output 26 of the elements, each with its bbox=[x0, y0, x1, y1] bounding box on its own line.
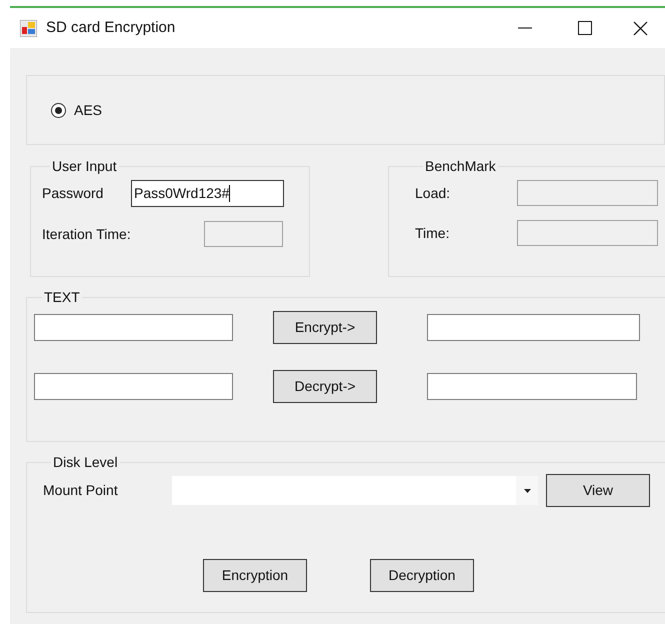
app-icon bbox=[20, 20, 37, 36]
field-label: Mount Point bbox=[43, 481, 119, 500]
input-field[interactable] bbox=[34, 373, 233, 400]
field-label: Load: bbox=[415, 184, 452, 202]
close-icon bbox=[632, 20, 648, 36]
button[interactable]: Decryption bbox=[370, 559, 474, 592]
group-title: User Input bbox=[52, 158, 117, 174]
field-label: Password bbox=[42, 184, 104, 203]
maximize-icon bbox=[578, 21, 592, 35]
radio-option[interactable]: AES bbox=[51, 100, 102, 120]
button[interactable]: View bbox=[546, 474, 650, 507]
group-title: TEXT bbox=[44, 289, 80, 305]
field-label: Iteration Time: bbox=[42, 224, 132, 244]
input-field[interactable] bbox=[427, 373, 637, 400]
minimize-icon bbox=[518, 27, 532, 29]
button[interactable]: Encrypt-> bbox=[273, 311, 377, 344]
button[interactable]: Encryption bbox=[203, 559, 307, 592]
input-field[interactable] bbox=[427, 314, 640, 341]
button[interactable]: Decrypt-> bbox=[273, 370, 377, 403]
password-field[interactable]: Pass0Wrd123# bbox=[131, 180, 284, 207]
group-title: Disk Level bbox=[53, 454, 118, 470]
field-label: Time: bbox=[415, 224, 450, 242]
group-title: BenchMark bbox=[425, 158, 496, 174]
dropdown-caret-icon bbox=[524, 488, 530, 492]
window-title: SD card Encryption bbox=[46, 18, 176, 38]
input-field[interactable] bbox=[34, 314, 233, 341]
